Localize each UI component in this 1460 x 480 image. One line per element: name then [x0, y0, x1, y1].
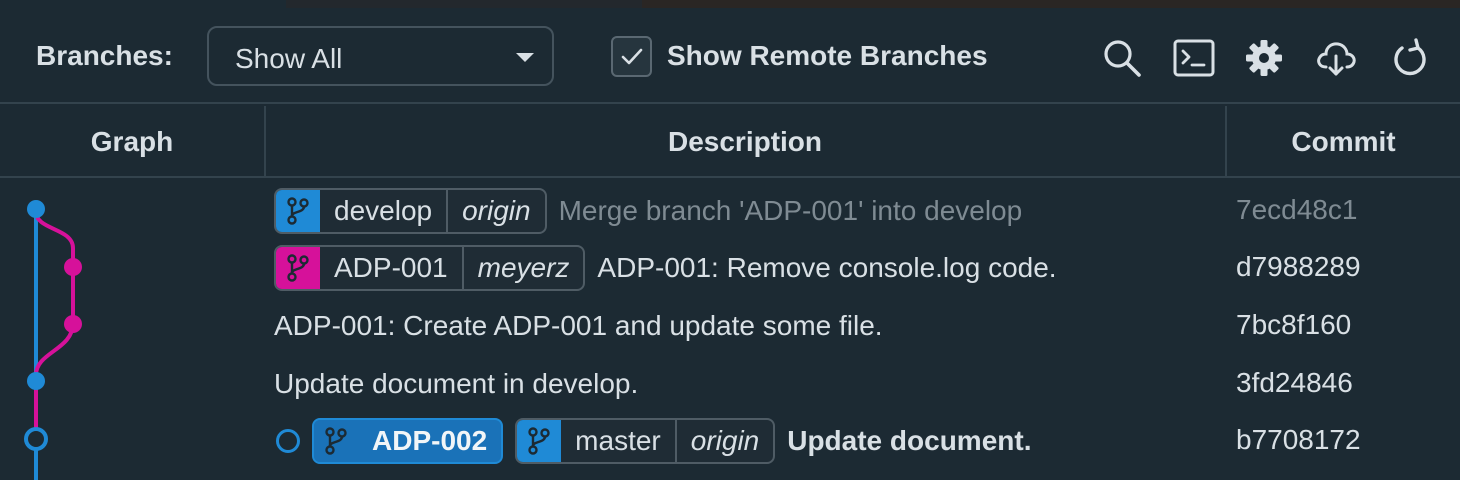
- cloud-download-icon[interactable]: [1314, 36, 1358, 80]
- show-remote-checkbox[interactable]: [611, 36, 652, 77]
- commit-hash: d7988289: [1236, 251, 1361, 282]
- search-icon[interactable]: [1100, 36, 1144, 80]
- commit-message: Update document in develop.: [274, 368, 639, 399]
- branch-name: master: [575, 425, 661, 456]
- table-header: Graph Description Commit: [0, 106, 1460, 178]
- table-row[interactable]: develop origin Merge branch 'ADP-001' in…: [0, 181, 1460, 238]
- branch-label-develop[interactable]: develop origin: [274, 188, 547, 234]
- editor-tab-area-right: [642, 0, 1460, 8]
- remote-name: origin: [446, 190, 544, 232]
- column-header-graph[interactable]: Graph: [0, 106, 264, 178]
- remote-name: origin: [674, 420, 773, 462]
- commit-message: Update document.: [787, 425, 1032, 456]
- column-header-commit[interactable]: Commit: [1227, 106, 1460, 178]
- table-row[interactable]: ADP-001: Create ADP-001 and update some …: [0, 296, 1460, 353]
- commit-hash: b7708172: [1236, 424, 1361, 455]
- gear-icon[interactable]: [1242, 36, 1286, 80]
- branch-name: develop: [334, 195, 433, 226]
- head-indicator-icon: [276, 429, 300, 453]
- branches-label: Branches:: [36, 40, 173, 71]
- branch-icon: [314, 420, 358, 462]
- branch-name: ADP-001: [334, 252, 448, 283]
- commit-message: ADP-001: Create ADP-001 and update some …: [274, 310, 883, 341]
- branch-name: ADP-002: [372, 425, 488, 456]
- column-header-description[interactable]: Description: [266, 106, 1224, 178]
- refresh-icon[interactable]: [1388, 36, 1432, 80]
- title-strip: [0, 0, 1460, 8]
- chevron-down-icon: [516, 53, 534, 62]
- commit-message: ADP-001: Remove console.log code.: [597, 252, 1057, 283]
- branch-label-adp-002[interactable]: ADP-002: [312, 418, 504, 464]
- branch-icon: [276, 190, 320, 232]
- branch-label-master[interactable]: master origin: [515, 418, 776, 464]
- branch-filter-dropdown[interactable]: Show All: [207, 26, 554, 86]
- commit-hash: 7ecd48c1: [1236, 194, 1358, 225]
- branch-icon: [517, 420, 562, 462]
- branch-label-adp-001[interactable]: ADP-001 meyerz: [274, 245, 586, 291]
- commit-message: Merge branch 'ADP-001' into develop: [558, 195, 1023, 226]
- table-row[interactable]: Update document in develop. 3fd24846: [0, 354, 1460, 411]
- checkmark-icon: [621, 48, 643, 65]
- table-row[interactable]: ADP-001 meyerz ADP-001: Remove console.l…: [0, 238, 1460, 295]
- branch-icon: [276, 247, 320, 289]
- show-remote-label[interactable]: Show Remote Branches: [667, 40, 988, 72]
- editor-tab-area: [286, 0, 642, 8]
- branch-filter-value: Show All: [235, 43, 343, 74]
- commit-hash: 7bc8f160: [1236, 309, 1352, 340]
- terminal-icon[interactable]: [1172, 36, 1216, 80]
- remote-name: meyerz: [461, 247, 584, 289]
- commit-hash: 3fd24846: [1236, 367, 1353, 398]
- toolbar: Branches: Show All Show Remote Branches: [0, 8, 1460, 104]
- table-row[interactable]: ADP-002 master origin Update document. b…: [0, 411, 1460, 468]
